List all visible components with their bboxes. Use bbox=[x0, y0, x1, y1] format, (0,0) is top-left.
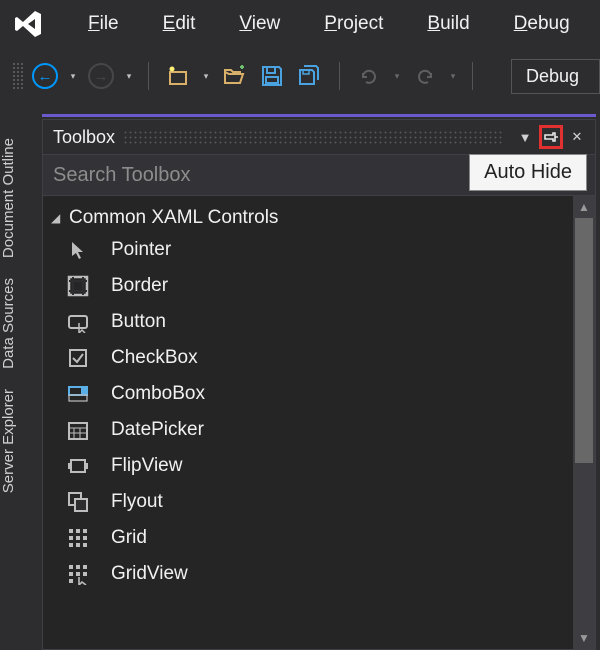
vs-logo bbox=[8, 4, 48, 44]
nav-back-dropdown[interactable]: ▾ bbox=[66, 71, 80, 82]
gridview-icon bbox=[65, 561, 91, 587]
combobox-icon bbox=[65, 381, 91, 407]
checkbox-icon bbox=[65, 345, 91, 371]
scroll-track[interactable] bbox=[573, 218, 595, 627]
auto-hide-tooltip: Auto Hide bbox=[469, 154, 587, 191]
toolbar: ← ▾ → ▾ ▾ ▾ ▾ Debug bbox=[0, 48, 600, 104]
scroll-thumb[interactable] bbox=[575, 218, 593, 463]
redo-dropdown[interactable]: ▾ bbox=[446, 71, 460, 82]
toolbox-panel: Toolbox ▼ ✕ Auto Hide ▾ bbox=[42, 119, 596, 650]
toolbox-titlebar: Toolbox ▼ ✕ bbox=[43, 120, 595, 154]
separator bbox=[148, 62, 149, 90]
item-combobox[interactable]: ComboBox bbox=[47, 376, 569, 412]
close-panel-button[interactable]: ✕ bbox=[565, 125, 589, 149]
auto-hide-pin-button[interactable] bbox=[539, 125, 563, 149]
grid-icon bbox=[65, 525, 91, 551]
vtab-document-outline[interactable]: Document Outline bbox=[0, 128, 36, 268]
new-project-button[interactable] bbox=[161, 59, 195, 93]
item-flipview[interactable]: FlipView bbox=[47, 448, 569, 484]
item-border[interactable]: Border bbox=[47, 268, 569, 304]
new-project-dropdown[interactable]: ▾ bbox=[199, 71, 213, 82]
open-button[interactable] bbox=[217, 59, 251, 93]
save-button[interactable] bbox=[255, 59, 289, 93]
menu-project[interactable]: Project bbox=[302, 7, 405, 41]
item-grid[interactable]: Grid bbox=[47, 520, 569, 556]
toolbox-panel-wrap: Toolbox ▼ ✕ Auto Hide ▾ bbox=[36, 104, 600, 650]
item-checkbox[interactable]: CheckBox bbox=[47, 340, 569, 376]
vertical-tab-well: Document Outline Data Sources Server Exp… bbox=[0, 104, 36, 650]
flipview-icon bbox=[65, 453, 91, 479]
category-common-xaml[interactable]: ◢ Common XAML Controls bbox=[47, 204, 569, 232]
redo-button[interactable] bbox=[408, 59, 442, 93]
toolbox-content: ◢ Common XAML Controls Pointer Border Bu… bbox=[43, 196, 595, 649]
pointer-icon bbox=[65, 237, 91, 263]
window-menu-dropdown[interactable]: ▼ bbox=[513, 125, 537, 149]
scrollbar[interactable]: ▲ ▼ bbox=[573, 196, 595, 649]
scroll-up-icon[interactable]: ▲ bbox=[573, 196, 595, 218]
item-button[interactable]: Button bbox=[47, 304, 569, 340]
item-flyout[interactable]: Flyout bbox=[47, 484, 569, 520]
titlebar-grip[interactable] bbox=[123, 130, 503, 144]
active-accent bbox=[42, 114, 596, 117]
button-icon bbox=[65, 309, 91, 335]
menu-file[interactable]: File bbox=[66, 7, 141, 41]
undo-button[interactable] bbox=[352, 59, 386, 93]
menu-build[interactable]: Build bbox=[405, 7, 491, 41]
vtab-data-sources[interactable]: Data Sources bbox=[0, 268, 36, 379]
scroll-down-icon[interactable]: ▼ bbox=[573, 627, 595, 649]
item-gridview[interactable]: GridView bbox=[47, 556, 569, 592]
menu-view[interactable]: View bbox=[217, 7, 302, 41]
menu-bar: File Edit View Project Build Debug bbox=[0, 0, 600, 48]
nav-forward-button[interactable]: → bbox=[84, 59, 118, 93]
nav-forward-dropdown[interactable]: ▾ bbox=[122, 71, 136, 82]
separator bbox=[339, 62, 340, 90]
flyout-icon bbox=[65, 489, 91, 515]
save-all-button[interactable] bbox=[293, 59, 327, 93]
datepicker-icon bbox=[65, 417, 91, 443]
grip-icon bbox=[12, 62, 24, 90]
config-selector[interactable]: Debug bbox=[511, 59, 600, 94]
item-datepicker[interactable]: DatePicker bbox=[47, 412, 569, 448]
workspace: Document Outline Data Sources Server Exp… bbox=[0, 104, 600, 650]
undo-dropdown[interactable]: ▾ bbox=[390, 71, 404, 82]
toolbox-title: Toolbox bbox=[53, 127, 115, 148]
vtab-server-explorer[interactable]: Server Explorer bbox=[0, 379, 36, 503]
menu-edit[interactable]: Edit bbox=[141, 7, 218, 41]
border-icon bbox=[65, 273, 91, 299]
expander-icon: ◢ bbox=[51, 211, 69, 225]
separator bbox=[472, 62, 473, 90]
nav-back-button[interactable]: ← bbox=[28, 59, 62, 93]
toolbox-tree: ◢ Common XAML Controls Pointer Border Bu… bbox=[43, 196, 573, 649]
menu-debug[interactable]: Debug bbox=[492, 7, 592, 41]
item-pointer[interactable]: Pointer bbox=[47, 232, 569, 268]
